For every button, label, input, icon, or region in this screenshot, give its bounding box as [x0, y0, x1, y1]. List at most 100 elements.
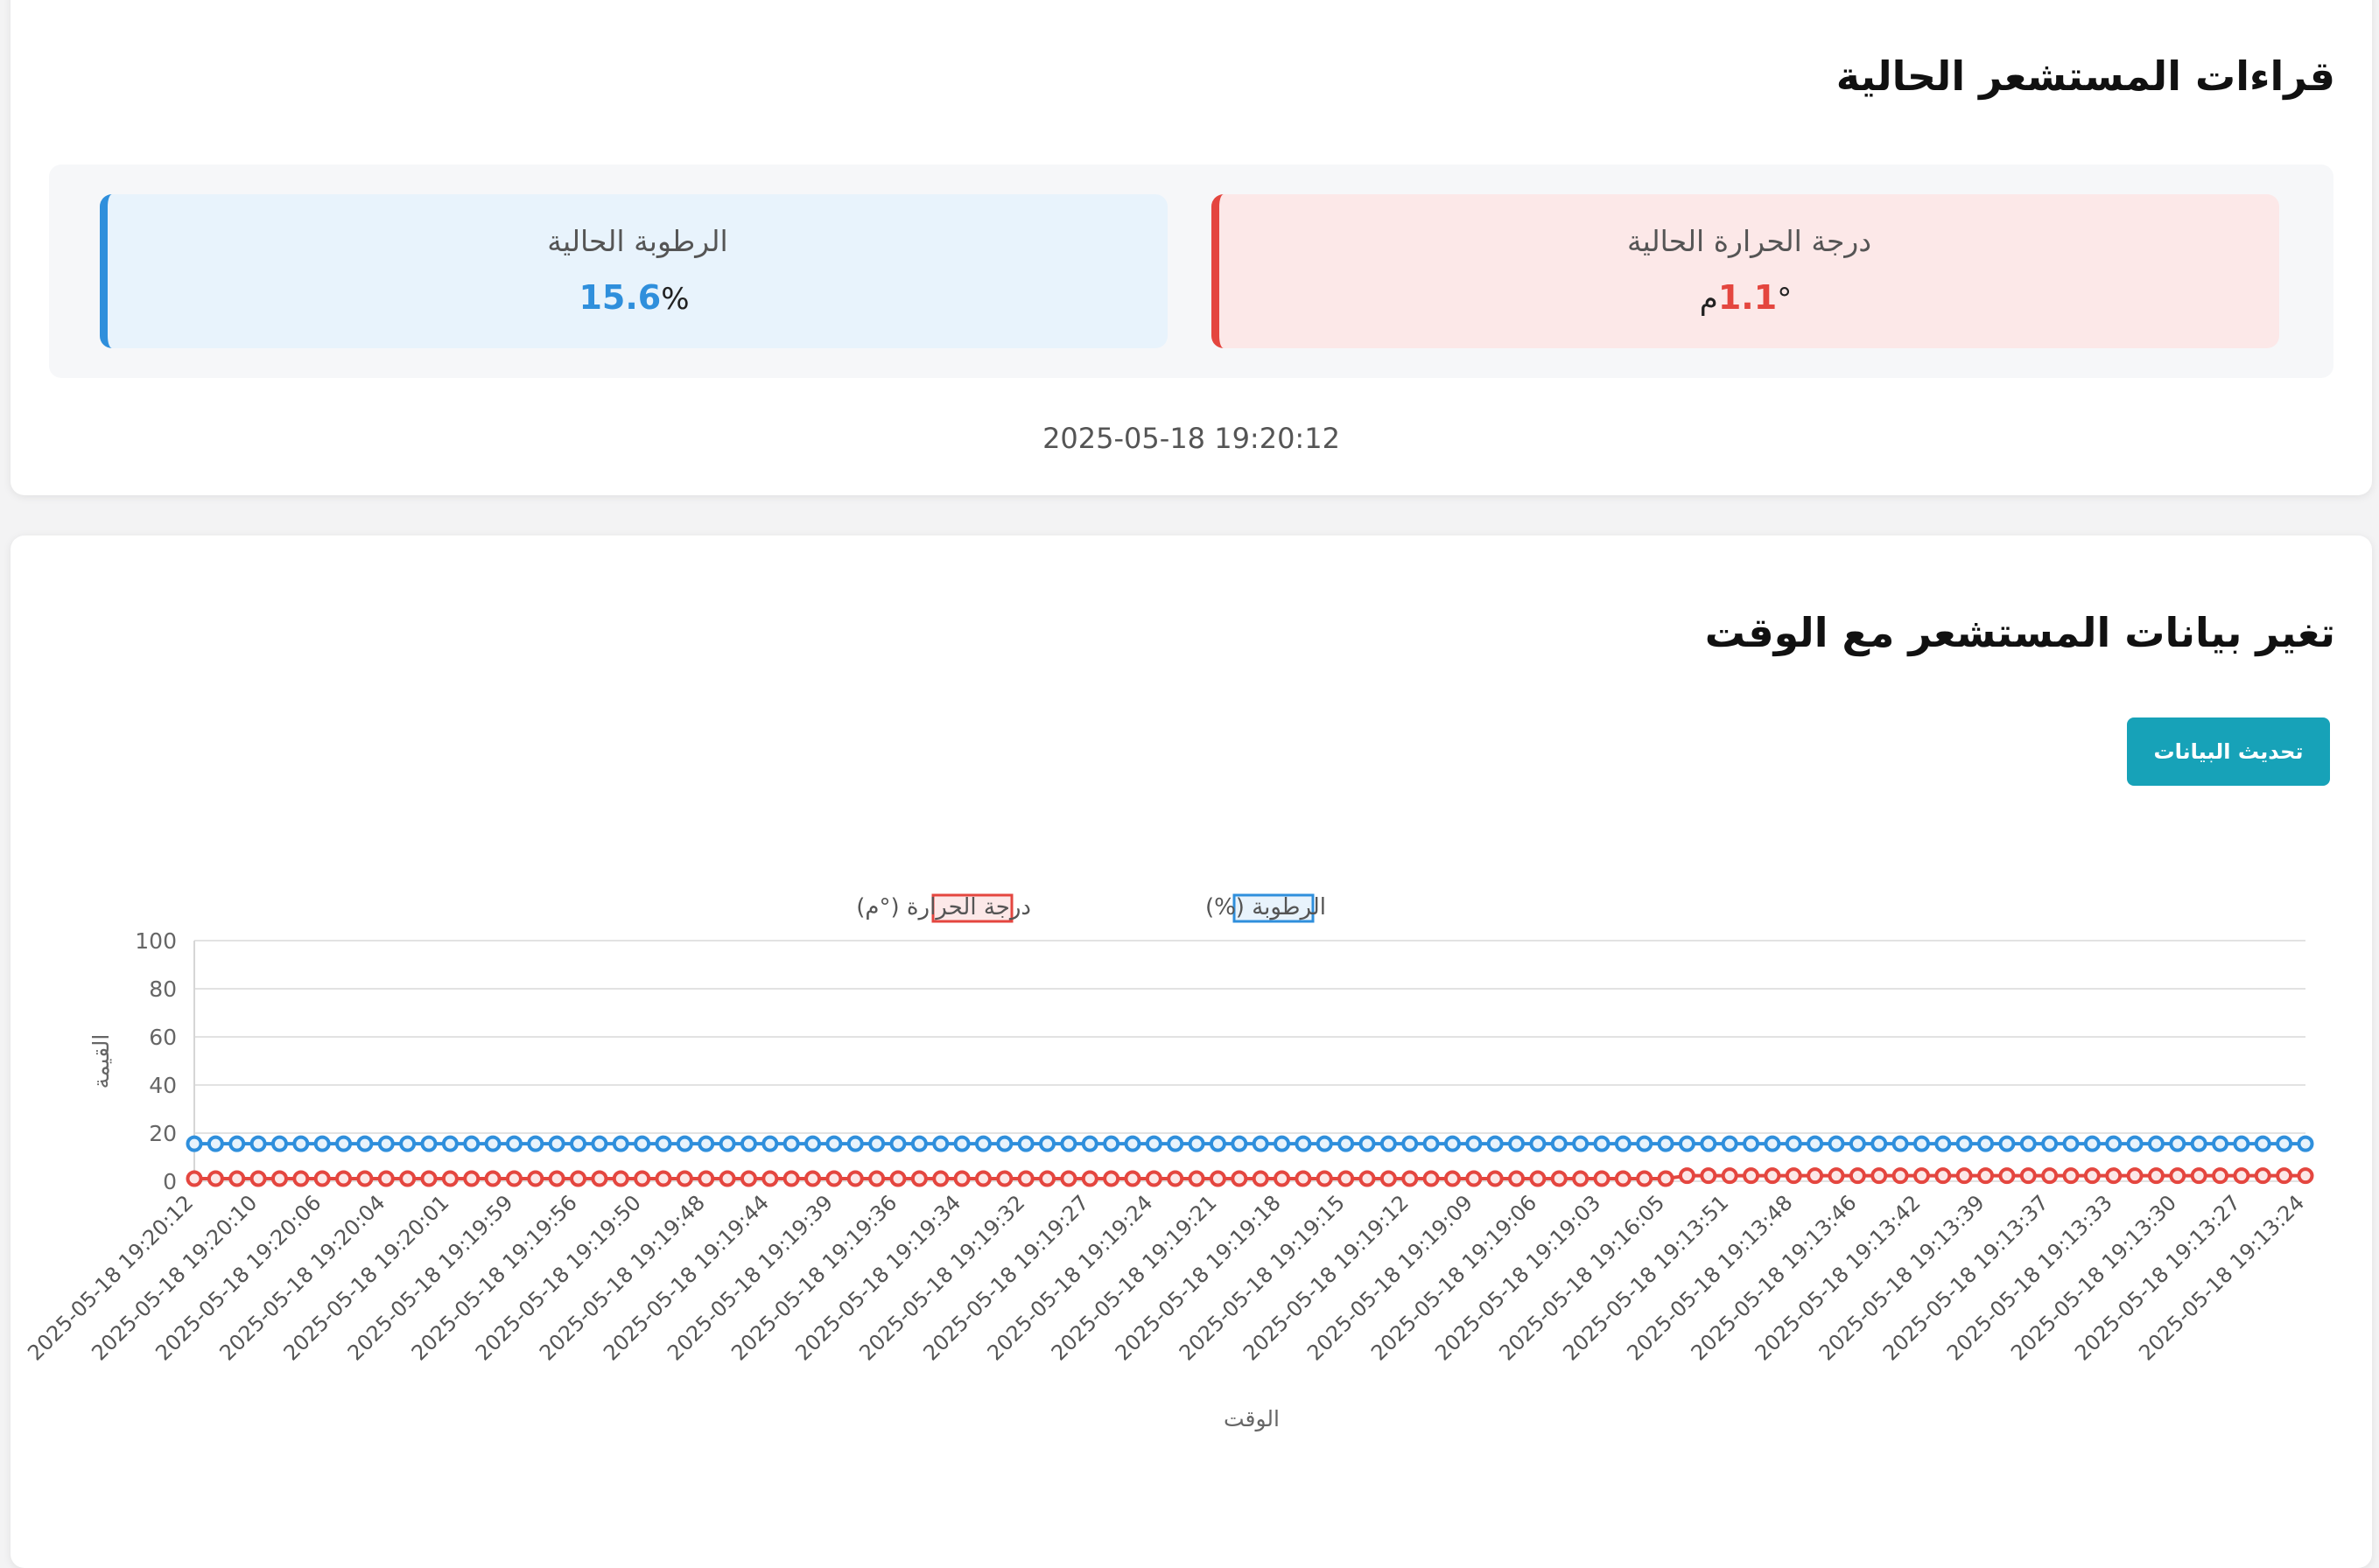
data-point: [548, 1135, 565, 1152]
data-point: [1743, 1167, 1760, 1185]
data-point: [1785, 1135, 1802, 1152]
data-point: [1807, 1135, 1824, 1152]
data-point: [1188, 1135, 1205, 1152]
data-point: [505, 1170, 523, 1187]
data-point: [570, 1135, 587, 1152]
data-point: [591, 1170, 608, 1187]
data-point: [570, 1170, 587, 1187]
data-point: [420, 1170, 438, 1187]
data-point: [2126, 1167, 2144, 1185]
data-point: [1934, 1135, 1952, 1152]
data-point: [2276, 1167, 2293, 1185]
data-point: [2233, 1135, 2250, 1152]
data-point: [2297, 1135, 2314, 1152]
data-point: [1465, 1135, 1483, 1152]
data-point: [740, 1170, 757, 1187]
data-point: [356, 1170, 374, 1187]
data-point: [548, 1170, 565, 1187]
data-point: [1593, 1170, 1611, 1187]
data-point: [1912, 1167, 1930, 1185]
data-point: [335, 1135, 353, 1152]
data-point: [1657, 1170, 1674, 1187]
data-point: [1443, 1135, 1461, 1152]
data-point: [2041, 1135, 2059, 1152]
data-point: [1912, 1135, 1930, 1152]
data-point: [1721, 1167, 1738, 1185]
data-point: [2041, 1167, 2059, 1185]
data-point: [2169, 1167, 2186, 1185]
data-point: [1828, 1167, 1845, 1185]
data-point: [1167, 1135, 1184, 1152]
x-axis-title: الوقت: [1224, 1406, 1280, 1432]
data-point: [1636, 1170, 1653, 1187]
data-point: [1550, 1170, 1568, 1187]
data-point: [974, 1170, 992, 1187]
data-point: [676, 1170, 693, 1187]
data-point: [1870, 1135, 1888, 1152]
data-point: [1017, 1135, 1035, 1152]
data-point: [698, 1170, 715, 1187]
data-point: [1785, 1167, 1802, 1185]
data-point: [996, 1170, 1014, 1187]
data-point: [1700, 1167, 1717, 1185]
legend-label: درجة الحرارة (°م): [856, 894, 1031, 920]
data-point: [1337, 1170, 1355, 1187]
data-point: [249, 1170, 267, 1187]
data-point: [1401, 1135, 1419, 1152]
data-point: [335, 1170, 353, 1187]
data-point: [1039, 1135, 1056, 1152]
data-point: [484, 1135, 502, 1152]
data-point: [1124, 1170, 1141, 1187]
data-point: [889, 1135, 907, 1152]
data-point: [889, 1170, 907, 1187]
data-point: [1209, 1170, 1226, 1187]
data-point: [2254, 1135, 2271, 1152]
y-axis-title: القيمة: [88, 1034, 114, 1089]
data-point: [270, 1170, 288, 1187]
data-point: [1764, 1135, 1781, 1152]
data-point: [1891, 1167, 1909, 1185]
data-point: [484, 1170, 502, 1187]
data-point: [186, 1135, 203, 1152]
data-point: [463, 1135, 481, 1152]
data-point: [2276, 1135, 2293, 1152]
data-point: [1274, 1170, 1291, 1187]
data-point: [1379, 1135, 1397, 1152]
y-tick-label: 0: [163, 1169, 177, 1194]
data-point: [441, 1135, 459, 1152]
y-tick-label: 60: [149, 1025, 177, 1050]
data-point: [2062, 1167, 2080, 1185]
data-point: [228, 1135, 246, 1152]
data-point: [1977, 1167, 1995, 1185]
data-point: [228, 1170, 246, 1187]
data-point: [719, 1135, 736, 1152]
data-point: [910, 1170, 928, 1187]
data-point: [377, 1135, 395, 1152]
data-point: [634, 1170, 651, 1187]
data-point: [1103, 1170, 1120, 1187]
data-point: [1870, 1167, 1888, 1185]
data-point: [292, 1170, 310, 1187]
data-point: [1081, 1135, 1098, 1152]
data-point: [1103, 1135, 1120, 1152]
data-point: [2019, 1135, 2037, 1152]
data-point: [1422, 1170, 1440, 1187]
data-point: [356, 1135, 374, 1152]
data-point: [1721, 1135, 1738, 1152]
data-point: [868, 1170, 886, 1187]
data-point: [655, 1135, 672, 1152]
data-point: [953, 1170, 971, 1187]
y-tick-label: 80: [149, 976, 177, 1002]
data-point: [1124, 1135, 1141, 1152]
data-point: [2190, 1135, 2207, 1152]
data-point: [1572, 1170, 1590, 1187]
data-point: [1295, 1170, 1312, 1187]
data-point: [1337, 1135, 1355, 1152]
data-point: [1231, 1135, 1248, 1152]
data-point: [2019, 1167, 2037, 1185]
data-point: [2233, 1167, 2250, 1185]
data-point: [996, 1135, 1014, 1152]
data-point: [1593, 1135, 1611, 1152]
data-point: [719, 1170, 736, 1187]
data-point: [463, 1170, 481, 1187]
